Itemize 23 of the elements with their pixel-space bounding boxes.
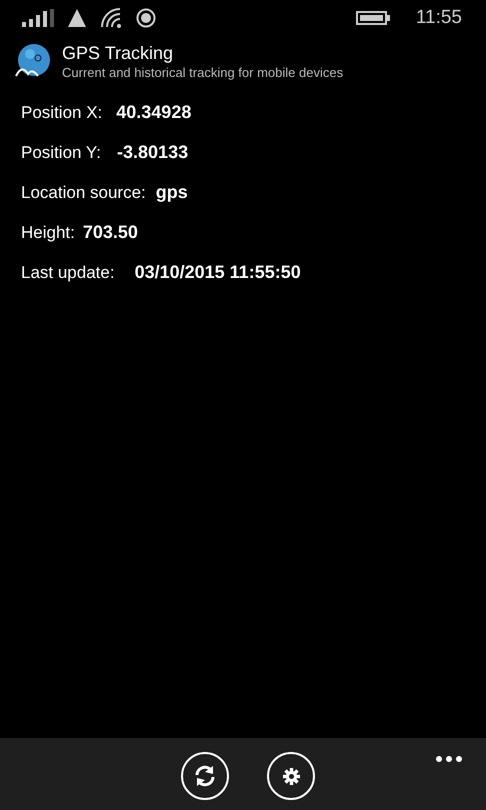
field-label: Position X: — [21, 102, 102, 124]
battery-icon — [356, 11, 390, 25]
field-value: 03/10/2015 11:55:50 — [134, 261, 301, 284]
field-label: Height: — [21, 222, 75, 244]
refresh-icon — [193, 764, 217, 788]
field-label: Location source: — [21, 182, 146, 204]
more-icon[interactable] — [436, 756, 462, 762]
field-value: 40.34928 — [116, 101, 192, 124]
field-label: Position Y: — [21, 142, 102, 164]
gear-icon — [282, 768, 300, 784]
triangle-icon — [68, 9, 86, 27]
clock-time: 11:55 — [416, 7, 462, 29]
field-label: Last update: — [21, 262, 115, 284]
field-value: 703.50 — [82, 221, 138, 244]
app-title: GPS Tracking — [62, 42, 174, 64]
app-subtitle: Current and historical tracking for mobile devices — [62, 64, 344, 82]
signal-icon — [22, 9, 54, 27]
wifi-icon — [100, 7, 122, 29]
settings-button[interactable] — [267, 752, 315, 800]
location-icon — [136, 8, 156, 28]
field-value: gps — [156, 181, 188, 204]
refresh-button[interactable] — [181, 752, 229, 800]
field-value: -3.80133 — [117, 141, 188, 164]
